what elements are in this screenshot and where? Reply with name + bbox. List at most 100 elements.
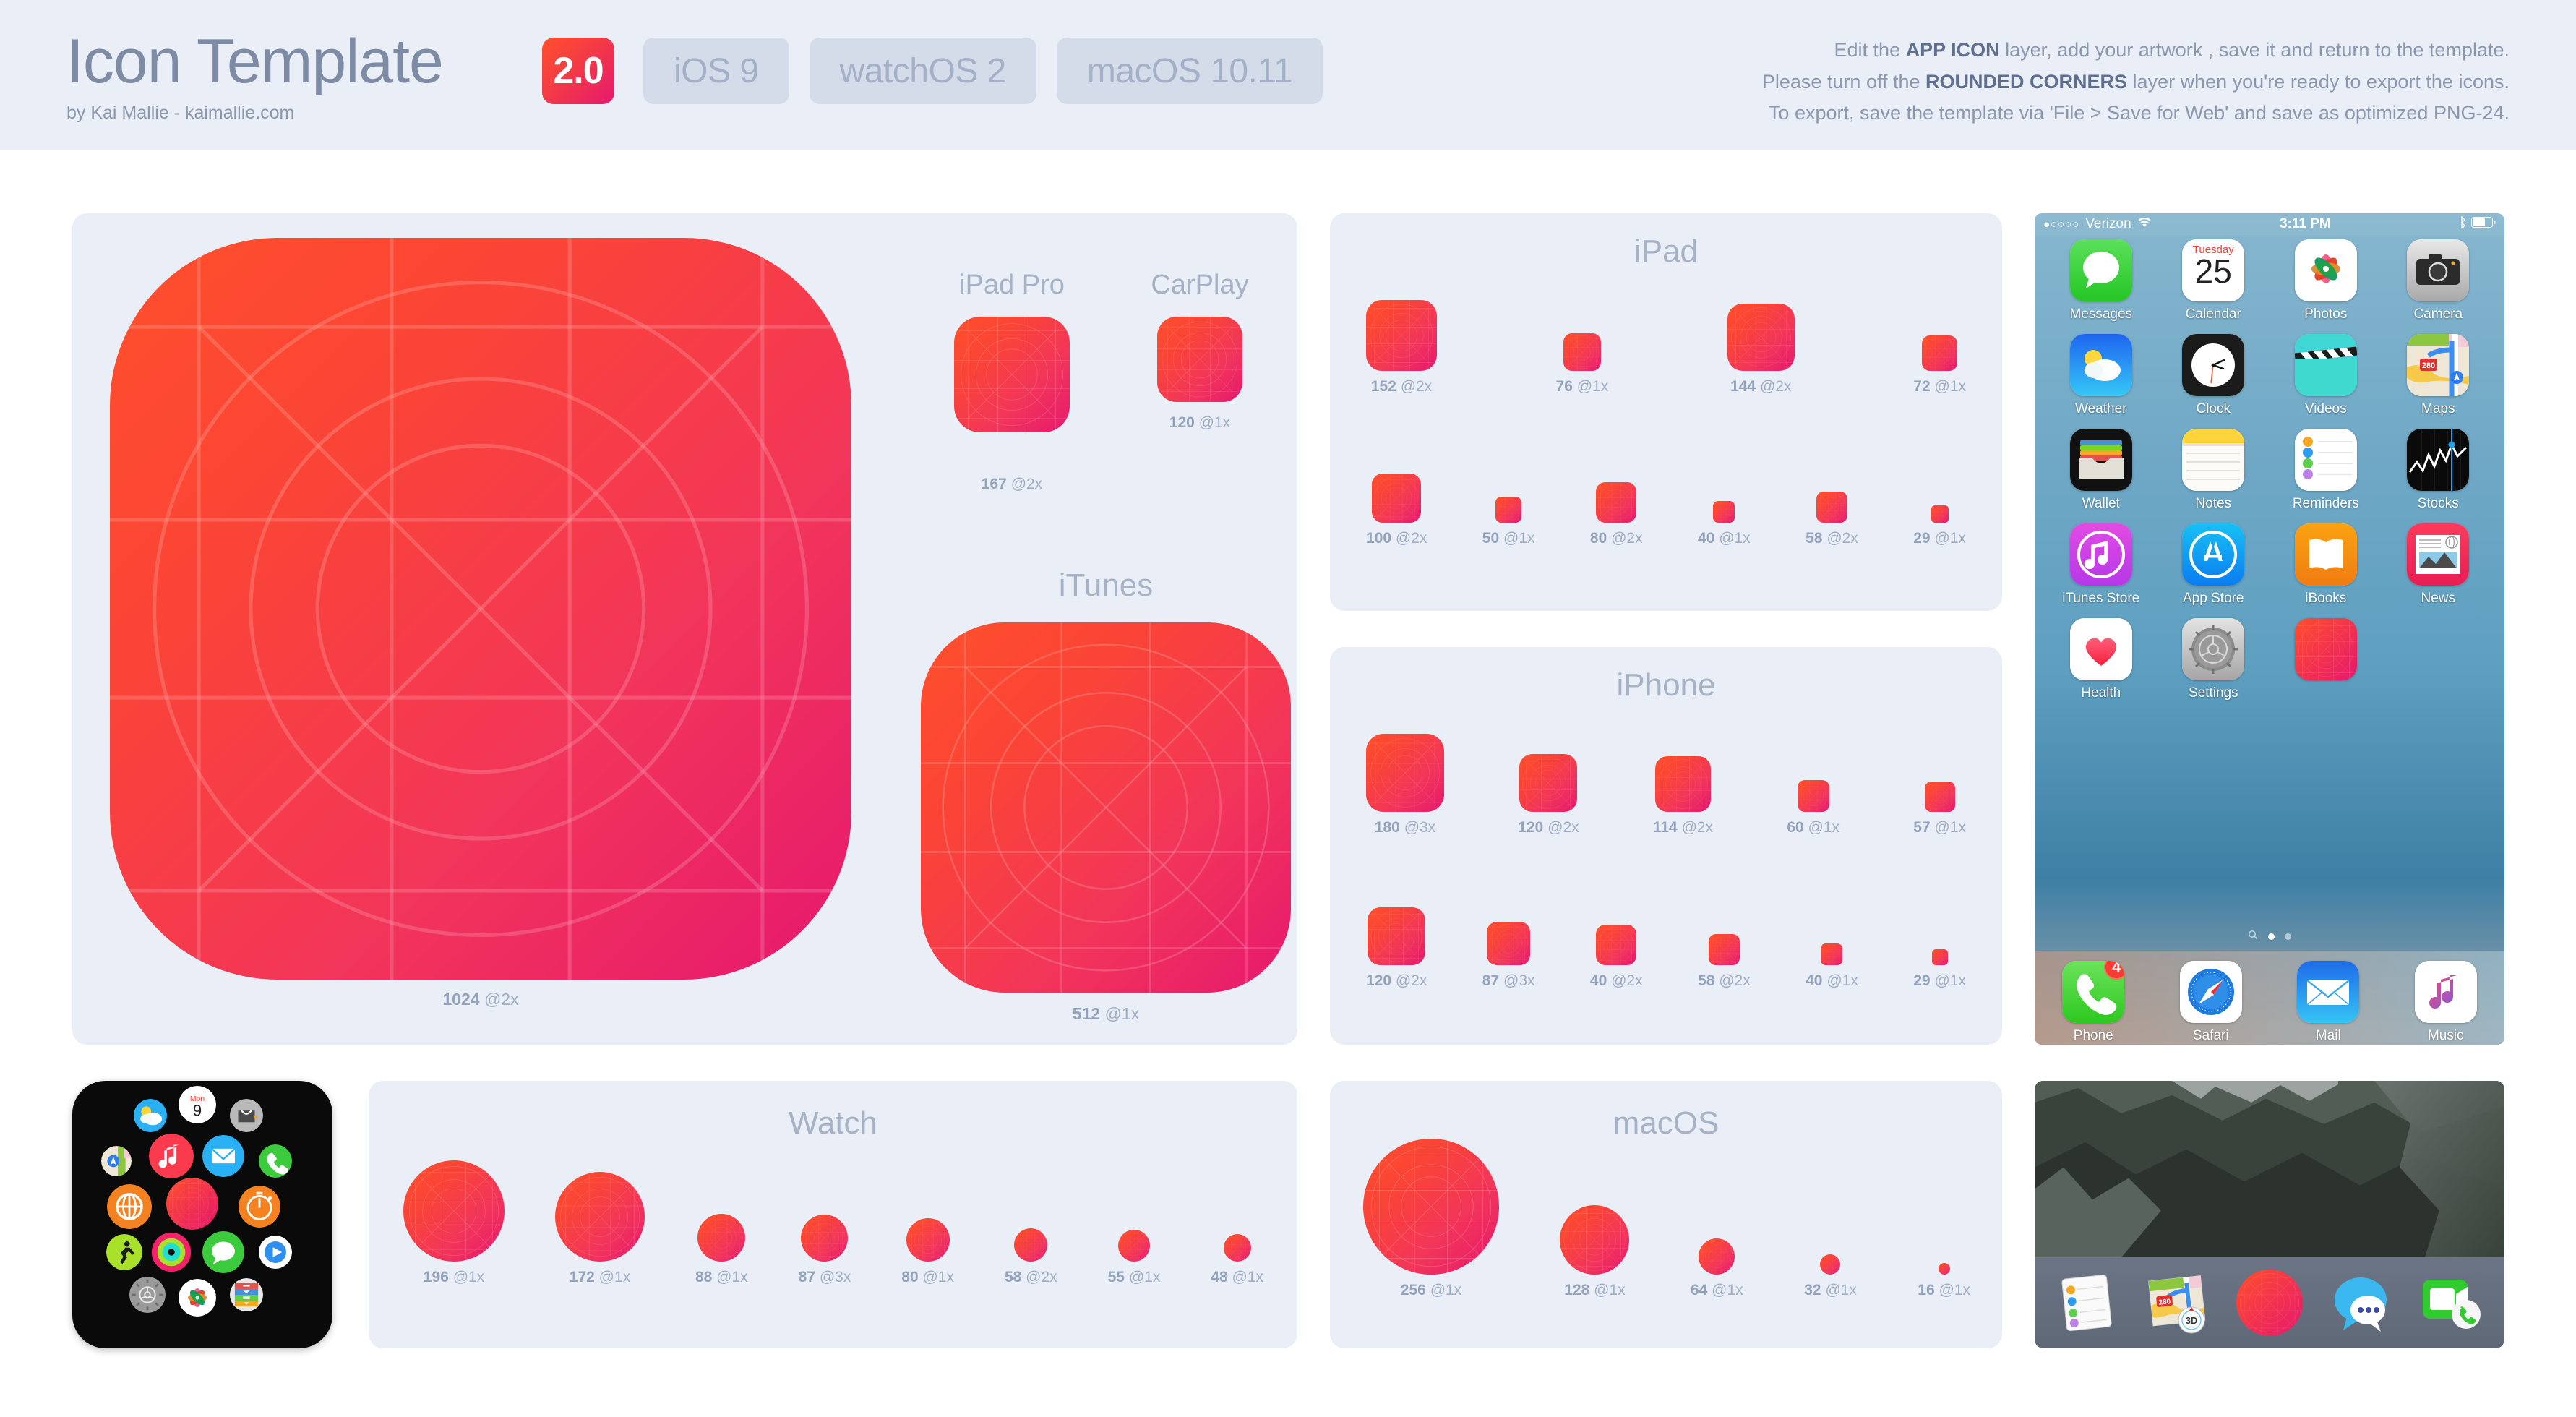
- watch-app-music-icon[interactable]: [148, 1133, 194, 1178]
- news-icon[interactable]: [2407, 523, 2470, 586]
- watch-app-workout-icon[interactable]: [106, 1233, 142, 1270]
- icon-58[interactable]: [1014, 1228, 1048, 1262]
- icon-128[interactable]: [1560, 1205, 1630, 1275]
- videos-icon[interactable]: [2294, 334, 2357, 396]
- icon-72[interactable]: [1922, 335, 1958, 371]
- icon-48[interactable]: [1223, 1234, 1251, 1262]
- icon-87[interactable]: [801, 1215, 849, 1262]
- iphone-app-settings-icon[interactable]: Settings: [2158, 618, 2270, 701]
- iphone-app-app-store-icon[interactable]: App Store: [2158, 523, 2270, 607]
- macos-desktop-mockup[interactable]: 280 3D: [2035, 1081, 2504, 1348]
- calendar-icon[interactable]: Tuesday 25: [2182, 239, 2245, 301]
- icon-114[interactable]: [1654, 756, 1711, 812]
- watch-app-activity-icon[interactable]: [148, 1229, 194, 1275]
- page-dot-1[interactable]: [2268, 933, 2275, 940]
- iphone-dock-safari-icon[interactable]: Safari: [2179, 961, 2242, 1044]
- icon-50[interactable]: [1495, 497, 1522, 523]
- iphone-app-photos-icon[interactable]: Photos: [2270, 239, 2382, 322]
- iphone-app-app-icon-placeholder[interactable]: [2270, 618, 2382, 701]
- iphone-app-stocks-icon[interactable]: Stocks: [2382, 429, 2495, 512]
- icon-196[interactable]: [403, 1160, 505, 1262]
- weather-icon[interactable]: [2069, 334, 2132, 396]
- macos-dock-facetime-icon[interactable]: [2418, 1270, 2485, 1336]
- master-icon-167[interactable]: [954, 317, 1070, 432]
- iphone-app-messages-icon[interactable]: Messages: [2045, 239, 2158, 322]
- icon-120[interactable]: [1368, 907, 1426, 965]
- phone-icon[interactable]: 4: [2062, 961, 2125, 1023]
- maps-icon[interactable]: 280: [2407, 334, 2470, 396]
- icon-64[interactable]: [1699, 1238, 1735, 1275]
- iphone-app-clock-icon[interactable]: Clock: [2158, 334, 2270, 417]
- notes-icon[interactable]: [2182, 429, 2245, 491]
- icon-57[interactable]: [1924, 782, 1955, 812]
- watch-app-passbook-icon[interactable]: [230, 1099, 264, 1133]
- ibooks-icon[interactable]: [2294, 523, 2357, 586]
- watch-app-safari-icon[interactable]: [107, 1183, 153, 1229]
- icon-40[interactable]: [1821, 943, 1843, 965]
- itunes-store-icon[interactable]: [2069, 523, 2132, 586]
- watch-app-mail-icon[interactable]: [202, 1134, 244, 1177]
- iphone-app-camera-icon[interactable]: Camera: [2382, 239, 2495, 322]
- macos-dock-maps-icon[interactable]: 280 3D: [2145, 1270, 2212, 1336]
- iphone-app-news-icon[interactable]: News: [2382, 523, 2495, 607]
- watch-app-maps-icon[interactable]: [101, 1146, 132, 1176]
- safari-icon[interactable]: [2179, 961, 2242, 1023]
- messages-icon[interactable]: [2069, 239, 2132, 301]
- settings-icon[interactable]: [2182, 618, 2245, 680]
- icon-58[interactable]: [1816, 492, 1847, 523]
- music-icon[interactable]: [2414, 961, 2477, 1023]
- iphone-app-wallet-icon[interactable]: Wallet: [2045, 429, 2158, 512]
- tab-ios[interactable]: iOS 9: [643, 38, 789, 104]
- icon-55[interactable]: [1117, 1230, 1150, 1262]
- stocks-icon[interactable]: [2407, 429, 2470, 491]
- iphone-app-maps-icon[interactable]: 280 Maps: [2382, 334, 2495, 417]
- icon-40[interactable]: [1596, 925, 1637, 965]
- icon-32[interactable]: [1820, 1254, 1841, 1275]
- reminders-icon[interactable]: [2294, 429, 2357, 491]
- iphone-app-notes-icon[interactable]: Notes: [2158, 429, 2270, 512]
- iphone-home-screen-mockup[interactable]: ●○○○○ Verizon 3:11 PM Messages Tuesday 2…: [2035, 213, 2504, 1045]
- iphone-dock-music-icon[interactable]: Music: [2414, 961, 2477, 1044]
- watch-app-timer-icon[interactable]: [239, 1185, 281, 1228]
- iphone-app-reminders-icon[interactable]: Reminders: [2270, 429, 2382, 512]
- watch-app-photos-icon[interactable]: [178, 1278, 216, 1317]
- watch-app-passbook-colored-icon[interactable]: [230, 1278, 264, 1311]
- icon-172[interactable]: [554, 1172, 645, 1262]
- icon-88[interactable]: [697, 1214, 746, 1262]
- icon-60[interactable]: [1797, 780, 1829, 812]
- wallet-icon[interactable]: [2069, 429, 2132, 491]
- macos-dock-reminders-icon[interactable]: [2054, 1270, 2121, 1336]
- tab-macos[interactable]: macOS 10.11: [1056, 38, 1323, 104]
- spotlight-search-icon[interactable]: [2248, 930, 2258, 943]
- iphone-dock-mail-icon[interactable]: Mail: [2297, 961, 2360, 1044]
- watch-app-calendar-icon[interactable]: Mon 9: [178, 1086, 216, 1124]
- iphone-app-itunes-store-icon[interactable]: iTunes Store: [2045, 523, 2158, 607]
- master-icon-120[interactable]: [1157, 317, 1242, 402]
- icon-100[interactable]: [1372, 474, 1422, 523]
- iphone-dock-phone-icon[interactable]: 4 Phone: [2062, 961, 2125, 1044]
- icon-16[interactable]: [1938, 1263, 1950, 1275]
- iphone-app-health-icon[interactable]: Health: [2045, 618, 2158, 701]
- icon-80[interactable]: [1596, 482, 1637, 523]
- app-store-icon[interactable]: [2182, 523, 2245, 586]
- macos-dock-messages-icon[interactable]: [2327, 1270, 2394, 1336]
- watch-app-remote-icon[interactable]: [258, 1235, 292, 1269]
- master-icon-512[interactable]: [921, 622, 1291, 993]
- icon-256[interactable]: [1363, 1139, 1499, 1275]
- icon-87[interactable]: [1487, 922, 1531, 965]
- mail-icon[interactable]: [2297, 961, 2360, 1023]
- icon-58[interactable]: [1708, 934, 1740, 965]
- clock-icon[interactable]: [2182, 334, 2245, 396]
- icon-29[interactable]: [1931, 505, 1949, 523]
- tab-watchos[interactable]: watchOS 2: [809, 38, 1036, 104]
- iphone-app-videos-icon[interactable]: Videos: [2270, 334, 2382, 417]
- watch-app-weather-icon[interactable]: [134, 1099, 167, 1133]
- icon-76[interactable]: [1563, 333, 1601, 371]
- macos-dock-app-icon-placeholder[interactable]: [2236, 1270, 2303, 1337]
- icon-144[interactable]: [1727, 304, 1795, 371]
- app-icon-placeholder[interactable]: [2294, 618, 2357, 680]
- watch-app-messages-icon[interactable]: [202, 1230, 244, 1273]
- icon-40[interactable]: [1713, 501, 1735, 523]
- watch-app-app-icon-placeholder[interactable]: [166, 1178, 218, 1230]
- icon-180[interactable]: [1366, 734, 1444, 812]
